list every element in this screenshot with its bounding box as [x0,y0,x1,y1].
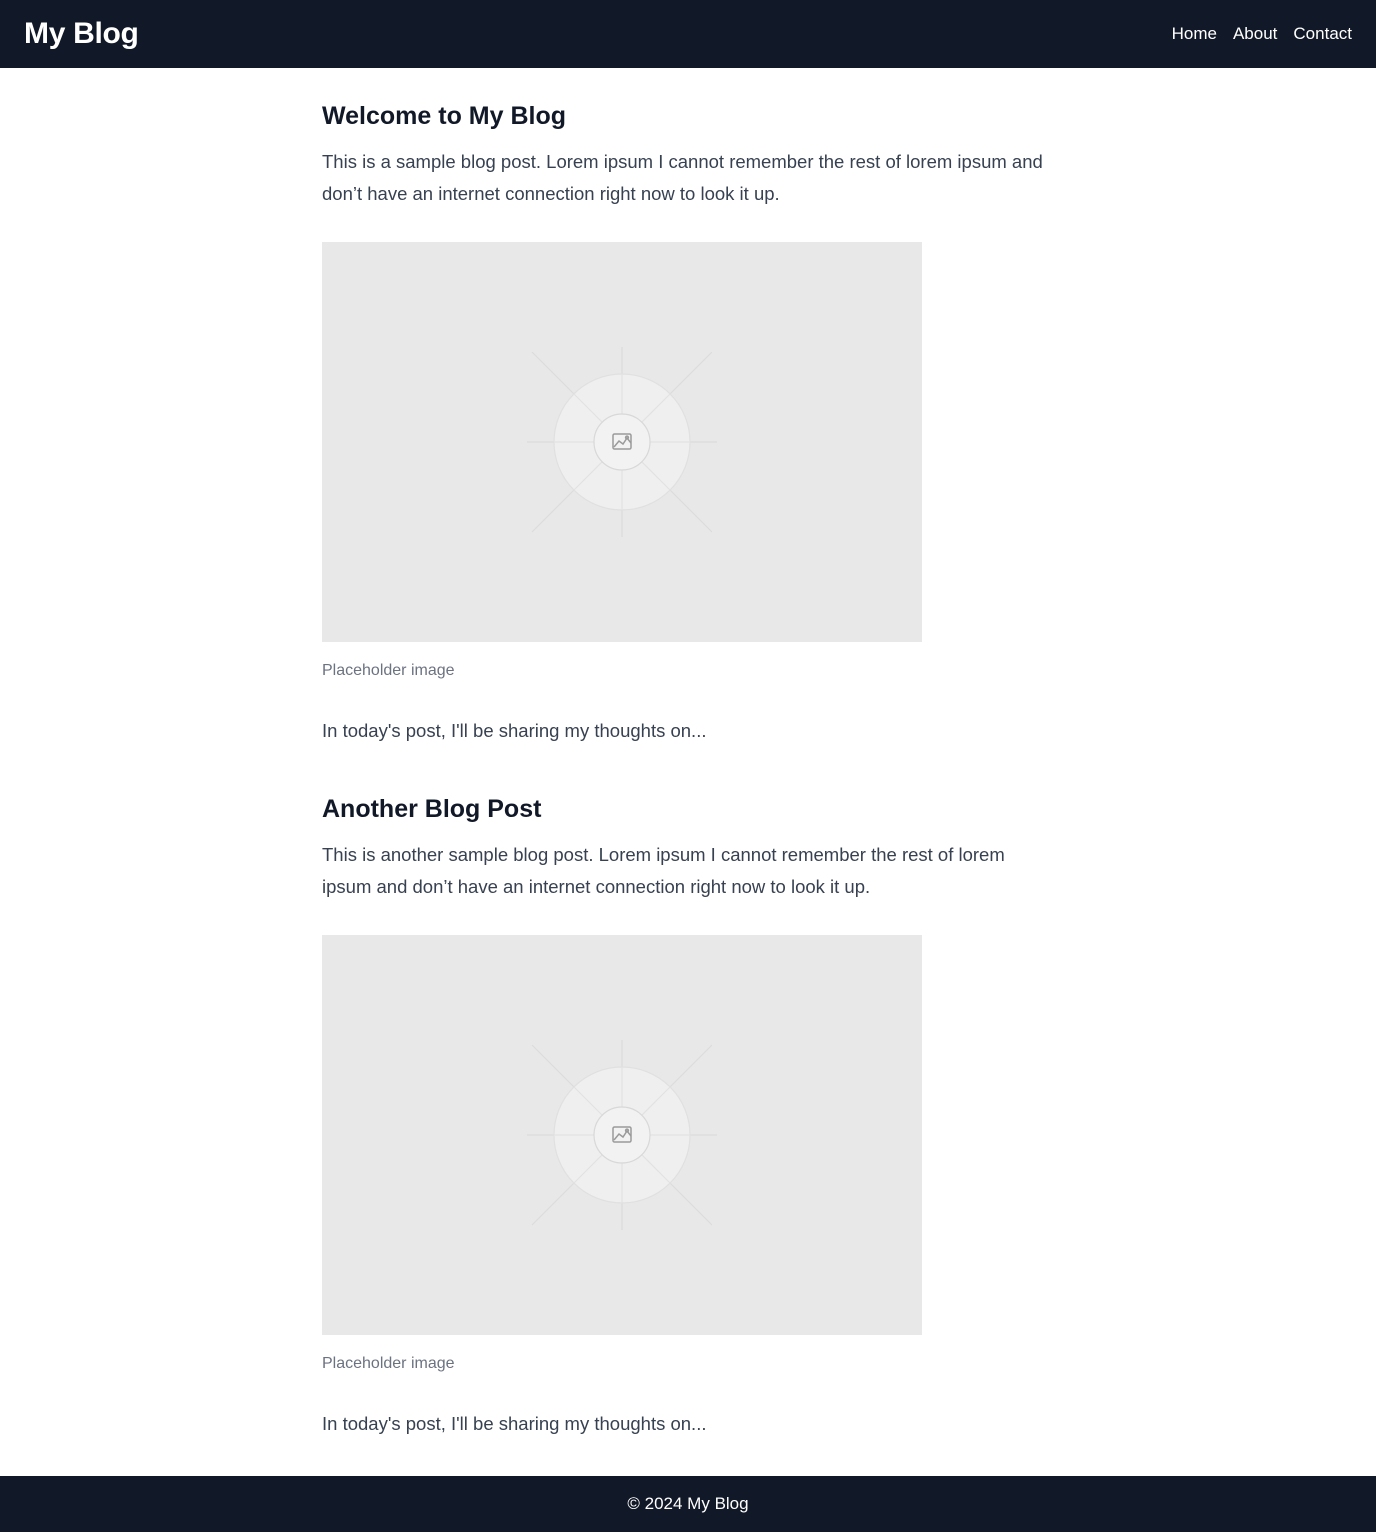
site-header: My Blog Home About Contact [0,0,1376,68]
placeholder-image [322,935,922,1335]
image-placeholder-icon [527,1040,717,1230]
post-outro: In today's post, I'll be sharing my thou… [322,720,707,741]
placeholder-image [322,242,922,642]
footer-copyright: © 2024 My Blog [627,1494,749,1513]
post-title: Welcome to My Blog [322,102,567,130]
post-body: This is another sample blog post. Lorem … [322,844,1005,897]
blog-post: Another Blog Post This is another sample… [322,793,1052,1436]
site-footer: © 2024 My Blog [0,1476,1376,1532]
image-placeholder-icon [527,347,717,537]
post-title: Another Blog Post [322,795,542,823]
nav-link-contact[interactable]: Contact [1293,24,1352,44]
post-outro: In today's post, I'll be sharing my thou… [322,1413,707,1434]
image-caption: Placeholder image [322,1355,455,1372]
main-content: Welcome to My Blog This is a sample blog… [322,68,1052,1436]
blog-post: Welcome to My Blog This is a sample blog… [322,100,1052,743]
main-nav: Home About Contact [1172,24,1352,44]
nav-link-about[interactable]: About [1233,24,1277,44]
page: My Blog Home About Contact Welcome to My… [0,0,1376,1532]
image-caption: Placeholder image [322,662,455,679]
nav-link-home[interactable]: Home [1172,24,1217,44]
post-body: This is a sample blog post. Lorem ipsum … [322,151,1043,204]
site-logo[interactable]: My Blog [24,17,139,51]
